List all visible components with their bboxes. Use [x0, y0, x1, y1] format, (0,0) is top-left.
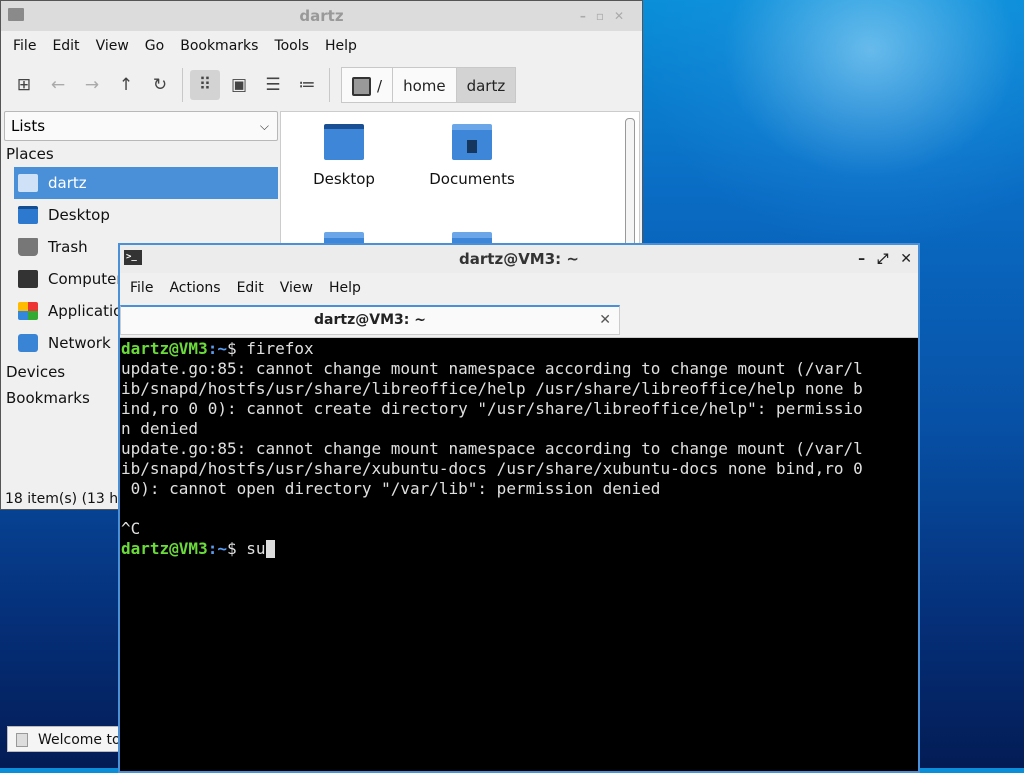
- folder-icon: [8, 8, 24, 21]
- minimize-icon[interactable]: –: [858, 251, 865, 267]
- close-tab-icon[interactable]: ✕: [599, 307, 611, 333]
- toolbar-divider: [329, 68, 330, 102]
- terminal-icon: >_: [124, 250, 142, 265]
- back-arrow-icon[interactable]: ←: [43, 70, 73, 100]
- network-icon: [18, 334, 38, 352]
- terminal-tabbar: dartz@VM3: ~ ✕: [120, 303, 918, 338]
- new-tab-icon[interactable]: ⊞: [9, 70, 39, 100]
- icon-view-icon[interactable]: ⠿: [190, 70, 220, 100]
- menu-bookmarks[interactable]: Bookmarks: [172, 38, 266, 54]
- maximize-icon[interactable]: ⤢: [877, 251, 888, 267]
- menu-help[interactable]: Help: [321, 280, 369, 296]
- location-icon: [352, 77, 371, 96]
- compact-view-icon[interactable]: ☰: [258, 70, 288, 100]
- window-controls[interactable]: –▫✕: [580, 1, 634, 31]
- prompt-path: :~: [207, 539, 227, 558]
- sidebar-item-desktop[interactable]: Desktop: [4, 199, 278, 231]
- terminal-title: dartz@VM3: ~: [459, 250, 579, 268]
- menu-view[interactable]: View: [88, 38, 137, 54]
- output-line: update.go:85: cannot change mount namesp…: [121, 439, 863, 458]
- reload-icon[interactable]: ↻: [145, 70, 175, 100]
- terminal-window: >_ dartz@VM3: ~ – ⤢ ✕ File Actions Edit Vi…: [118, 243, 920, 773]
- output-line: update.go:85: cannot change mount namesp…: [121, 359, 863, 378]
- document-icon: [16, 733, 28, 747]
- menu-edit[interactable]: Edit: [44, 38, 87, 54]
- prompt-user: dartz@VM3: [121, 539, 208, 558]
- places-heading: Places: [6, 145, 54, 163]
- thumbnail-view-icon[interactable]: ▣: [224, 70, 254, 100]
- file-manager-titlebar[interactable]: dartz –▫✕: [1, 1, 642, 31]
- terminal-titlebar[interactable]: >_ dartz@VM3: ~ – ⤢ ✕: [120, 245, 918, 273]
- menu-help[interactable]: Help: [317, 38, 365, 54]
- sidebar-item-dartz[interactable]: dartz: [14, 167, 278, 199]
- vertical-scrollbar[interactable]: [625, 118, 635, 248]
- chevron-down-icon: ⌵: [259, 119, 269, 133]
- documents-folder-icon: [452, 124, 492, 160]
- toolbar-divider: [182, 68, 183, 102]
- status-bar: 18 item(s) (13 hi: [5, 491, 123, 507]
- menu-actions[interactable]: Actions: [161, 280, 228, 296]
- terminal-menubar: File Actions Edit View Help: [120, 273, 918, 303]
- menu-file[interactable]: File: [5, 38, 44, 54]
- file-label: Desktop: [313, 170, 375, 188]
- path-dartz-button[interactable]: dartz: [455, 67, 517, 103]
- file-manager-menubar: File Edit View Go Bookmarks Tools Help: [1, 31, 642, 61]
- window-controls: – ⤢ ✕: [846, 245, 912, 273]
- path-home-button[interactable]: home: [392, 67, 457, 103]
- menu-edit[interactable]: Edit: [229, 280, 272, 296]
- text-cursor: [265, 540, 275, 558]
- close-icon[interactable]: ✕: [900, 251, 912, 267]
- detailed-list-icon[interactable]: ≔: [292, 70, 322, 100]
- menu-go[interactable]: Go: [137, 38, 172, 54]
- home-folder-icon: [18, 174, 38, 192]
- file-manager-toolbar: ⊞ ← → ↑ ↻ ⠿ ▣ ☰ ≔ / home dartz: [1, 61, 642, 109]
- desktop-folder-icon: [324, 124, 364, 160]
- up-arrow-icon[interactable]: ↑: [111, 70, 141, 100]
- terminal-output[interactable]: dartz@VM3:~$ firefox update.go:85: canno…: [120, 339, 918, 771]
- prompt-path: :~: [207, 339, 227, 358]
- menu-view[interactable]: View: [272, 280, 321, 296]
- file-item-desktop[interactable]: Desktop: [289, 116, 399, 188]
- menu-tools[interactable]: Tools: [266, 38, 317, 54]
- path-root-button[interactable]: /: [341, 67, 394, 103]
- file-manager-title: dartz: [299, 7, 344, 25]
- command-line: firefox: [246, 339, 314, 358]
- desktop-wallpaper: [640, 0, 1024, 250]
- output-line: ib/snapd/hostfs/usr/share/xubuntu-docs /…: [121, 459, 863, 478]
- path-bar: / home dartz: [341, 67, 517, 103]
- output-line: ^C: [121, 519, 141, 538]
- output-line: n denied: [121, 419, 199, 438]
- prompt-user: dartz@VM3: [121, 339, 208, 358]
- menu-file[interactable]: File: [122, 280, 161, 296]
- applications-icon: [18, 302, 38, 320]
- side-panel-mode-select[interactable]: Lists ⌵: [4, 111, 278, 141]
- prompt-symbol: $: [226, 539, 247, 558]
- desktop-icon: [18, 206, 38, 224]
- command-input[interactable]: su: [246, 539, 265, 558]
- output-line: ib/snapd/hostfs/usr/share/libreoffice/he…: [121, 379, 863, 398]
- trash-icon: [18, 238, 38, 256]
- computer-icon: [18, 270, 38, 288]
- file-label: Documents: [429, 170, 515, 188]
- forward-arrow-icon[interactable]: →: [77, 70, 107, 100]
- prompt-symbol: $: [226, 339, 247, 358]
- terminal-tab[interactable]: dartz@VM3: ~ ✕: [120, 305, 620, 335]
- file-item-documents[interactable]: Documents: [417, 116, 527, 188]
- output-line: ind,ro 0 0): cannot create directory "/u…: [121, 399, 863, 418]
- taskbar-item-welcome[interactable]: Welcome to: [7, 726, 127, 752]
- output-line: 0): cannot open directory "/var/lib": pe…: [121, 479, 661, 498]
